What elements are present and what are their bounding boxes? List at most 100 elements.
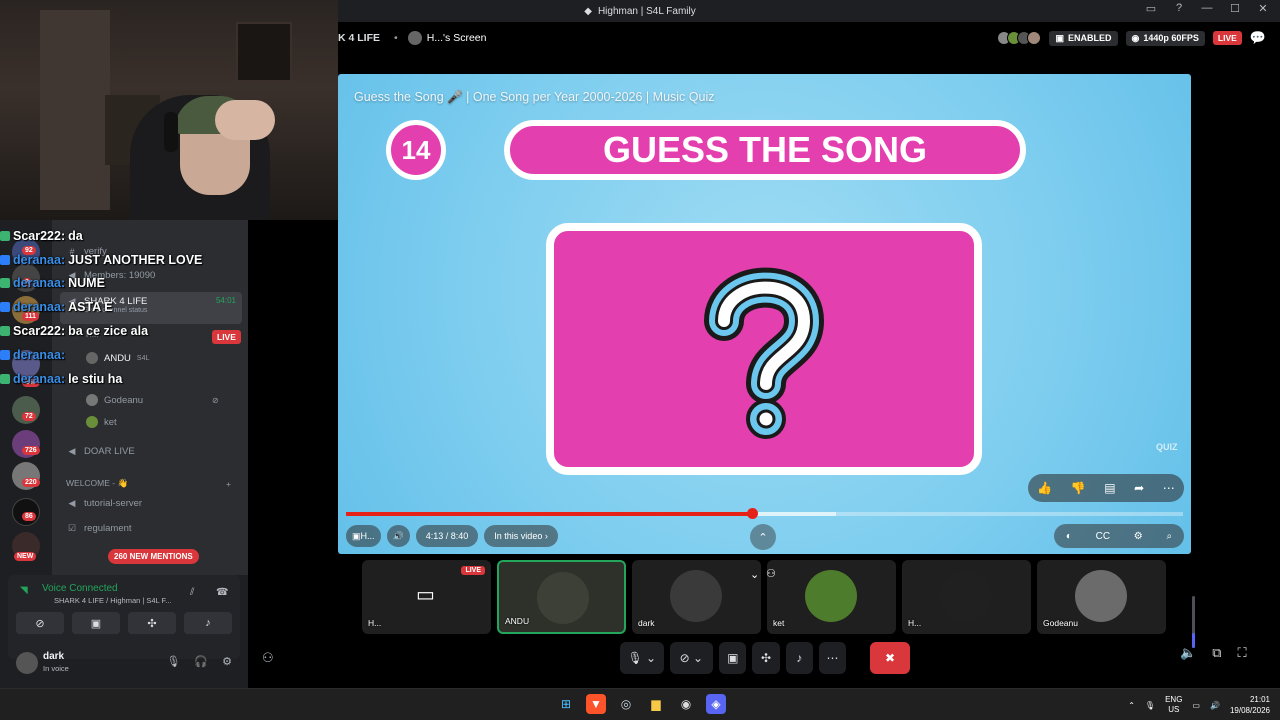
popout-icon[interactable]: ⧉	[1212, 645, 1221, 661]
rules-icon: ☑	[67, 523, 77, 533]
noise-suppression-icon[interactable]: ⫽	[190, 587, 194, 598]
dislike-icon[interactable]: 👎	[1071, 481, 1086, 495]
volume-slider[interactable]	[1192, 596, 1195, 648]
channel-tutorial-server[interactable]: ◀ tutorial-server	[66, 498, 143, 509]
signal-icon[interactable]: ◥	[20, 585, 28, 596]
enabled-pill[interactable]: ▣ ENABLED	[1049, 30, 1118, 46]
participant-tile[interactable]: ▭ LIVE H...	[362, 560, 491, 634]
clock[interactable]: 21:01 19/08/2026	[1230, 694, 1270, 716]
username[interactable]: dark	[43, 651, 64, 662]
maximize-button[interactable]: ☐	[1226, 2, 1244, 15]
close-button[interactable]: ✕	[1254, 2, 1272, 15]
speaker-icon[interactable]: 🔈	[1180, 645, 1196, 661]
voice-status: Voice Connected	[42, 583, 118, 594]
volume-icon[interactable]: 🔊	[1210, 701, 1220, 710]
steam-icon[interactable]: ◎	[616, 694, 636, 714]
gear-icon[interactable]: ⚙	[222, 655, 232, 668]
channel-doar-live[interactable]: ◀ DOAR LIVE	[66, 446, 135, 457]
quality-pill[interactable]: ◉ 1440p 60FPS	[1125, 30, 1205, 46]
mention-badge: 726	[22, 446, 40, 455]
fullscreen-icon[interactable]: ⛶	[1237, 645, 1246, 661]
scrubber-handle[interactable]	[746, 508, 758, 519]
obs-icon[interactable]: ◉	[676, 694, 696, 714]
voice-user-godeanu[interactable]: Godeanu ⊘	[86, 394, 219, 406]
camera-off-button[interactable]: ⊘	[16, 612, 64, 634]
stream-source[interactable]: H...'s Screen	[407, 31, 486, 45]
activities-button[interactable]: ✣	[128, 612, 176, 634]
avatar[interactable]	[16, 652, 38, 674]
help-icon[interactable]: ?	[1170, 2, 1188, 15]
chevron-up-icon[interactable]: ⌃	[750, 524, 776, 550]
microphone-button[interactable]: 🎙 ⌄	[620, 642, 664, 674]
minimize-button[interactable]: —	[1198, 2, 1216, 15]
captions-icon[interactable]: CC	[1096, 531, 1110, 542]
plus-icon[interactable]: +	[226, 479, 231, 489]
volume-icon[interactable]: 🔊	[386, 525, 410, 547]
network-icon[interactable]: ▭	[1192, 701, 1200, 710]
soundboard-button[interactable]: ♪	[184, 612, 232, 634]
participant-name: H...	[368, 618, 382, 628]
voice-user-ket[interactable]: ket	[86, 416, 117, 428]
soundboard-button[interactable]: ♪	[785, 642, 813, 674]
category-welcome[interactable]: WELCOME - 👋 +	[66, 478, 231, 489]
mention-badge: 86	[22, 512, 36, 521]
chevron-down-icon[interactable]: ⌄	[750, 568, 759, 581]
discord-icon[interactable]: ◈	[706, 694, 726, 714]
zoom-icon[interactable]: ⌕	[1166, 531, 1172, 542]
participant-tile[interactable]: H...	[902, 560, 1031, 634]
in-this-video-button[interactable]: In this video ›	[484, 525, 558, 547]
time-display: 4:13 / 8:40	[415, 525, 479, 547]
user-badge-icon	[0, 349, 10, 360]
screen-share-button[interactable]: ▣	[719, 642, 747, 674]
windows-start-icon[interactable]: ⊞	[556, 694, 576, 714]
participant-tile[interactable]: ANDU	[497, 560, 626, 634]
participant-tile[interactable]: Godeanu	[1037, 560, 1166, 634]
comment-icon[interactable]: ▤	[1104, 481, 1115, 495]
chat-icon[interactable]: 💬	[1250, 30, 1266, 46]
screen-share-button[interactable]: ▣	[72, 612, 120, 634]
chat-overlay: Scar222: da deranaa: JUST ANOTHER LOVE deran…	[0, 224, 260, 394]
discord-logo-icon: ◆	[584, 5, 592, 17]
add-people-icon[interactable]: ⚇	[766, 567, 776, 580]
video-progress-bar[interactable]	[346, 508, 1183, 519]
microphone-icon[interactable]: 🎙	[1145, 701, 1155, 710]
brave-browser-icon[interactable]: ▼	[586, 694, 606, 714]
eye-icon: ▣	[1055, 32, 1064, 43]
chevron-up-icon[interactable]: ⌃	[1128, 701, 1135, 710]
activities-button[interactable]: ✣	[752, 642, 780, 674]
chat-message: Scar222: ba ce zice ala	[0, 319, 260, 343]
camera-off-button[interactable]: ⊘ ⌄	[669, 642, 714, 674]
shared-screen-video[interactable]: Guess the Song 🎤 | One Song per Year 200…	[338, 74, 1191, 554]
stream-channel-name: K 4 LIFE	[338, 32, 381, 44]
avatar	[805, 570, 857, 622]
more-icon[interactable]: ⋯	[1163, 481, 1175, 495]
autoplay-toggle[interactable]: ◐	[1066, 531, 1072, 542]
participant-name: Godeanu	[1043, 618, 1078, 628]
window-title: ◆ Highman | S4L Family	[584, 5, 696, 17]
language-indicator[interactable]: ENG US	[1165, 695, 1182, 715]
disconnect-icon[interactable]: ☎	[216, 587, 228, 598]
call-view-controls: 🔈 ⧉ ⛶	[1180, 645, 1247, 661]
add-friend-icon[interactable]: ⚇	[262, 650, 274, 666]
more-options-button[interactable]: ⋯	[818, 642, 847, 674]
live-badge: LIVE	[461, 566, 485, 575]
inbox-icon[interactable]: ▭	[1142, 2, 1160, 15]
participant-tile[interactable]: ket	[767, 560, 896, 634]
microphone-icon[interactable]: 🎙	[166, 655, 180, 668]
participant-tiles: ▭ LIVE H... ANDU dark ket H... Godeanu	[362, 560, 1168, 634]
participant-tile[interactable]: dark	[632, 560, 761, 634]
user-badge-icon	[0, 230, 10, 241]
share-icon[interactable]: ➦	[1134, 481, 1144, 495]
user-status: In voice	[43, 664, 69, 673]
settings-icon[interactable]: ⚙	[1134, 531, 1143, 542]
like-icon[interactable]: 👍	[1037, 481, 1052, 495]
channel-regulament[interactable]: ☑ regulament	[66, 523, 132, 534]
headphones-icon[interactable]: 🎧	[194, 655, 208, 668]
user-badge-icon	[0, 302, 10, 313]
file-explorer-icon[interactable]: ▆	[646, 694, 666, 714]
viewer-avatars[interactable]	[997, 31, 1042, 45]
chat-username: deranaa:	[13, 371, 66, 386]
leave-call-button[interactable]: ✖	[870, 642, 910, 674]
new-mentions-badge[interactable]: 260 NEW MENTIONS	[108, 549, 199, 564]
stream-label-pill[interactable]: ▣ H...	[346, 525, 381, 547]
